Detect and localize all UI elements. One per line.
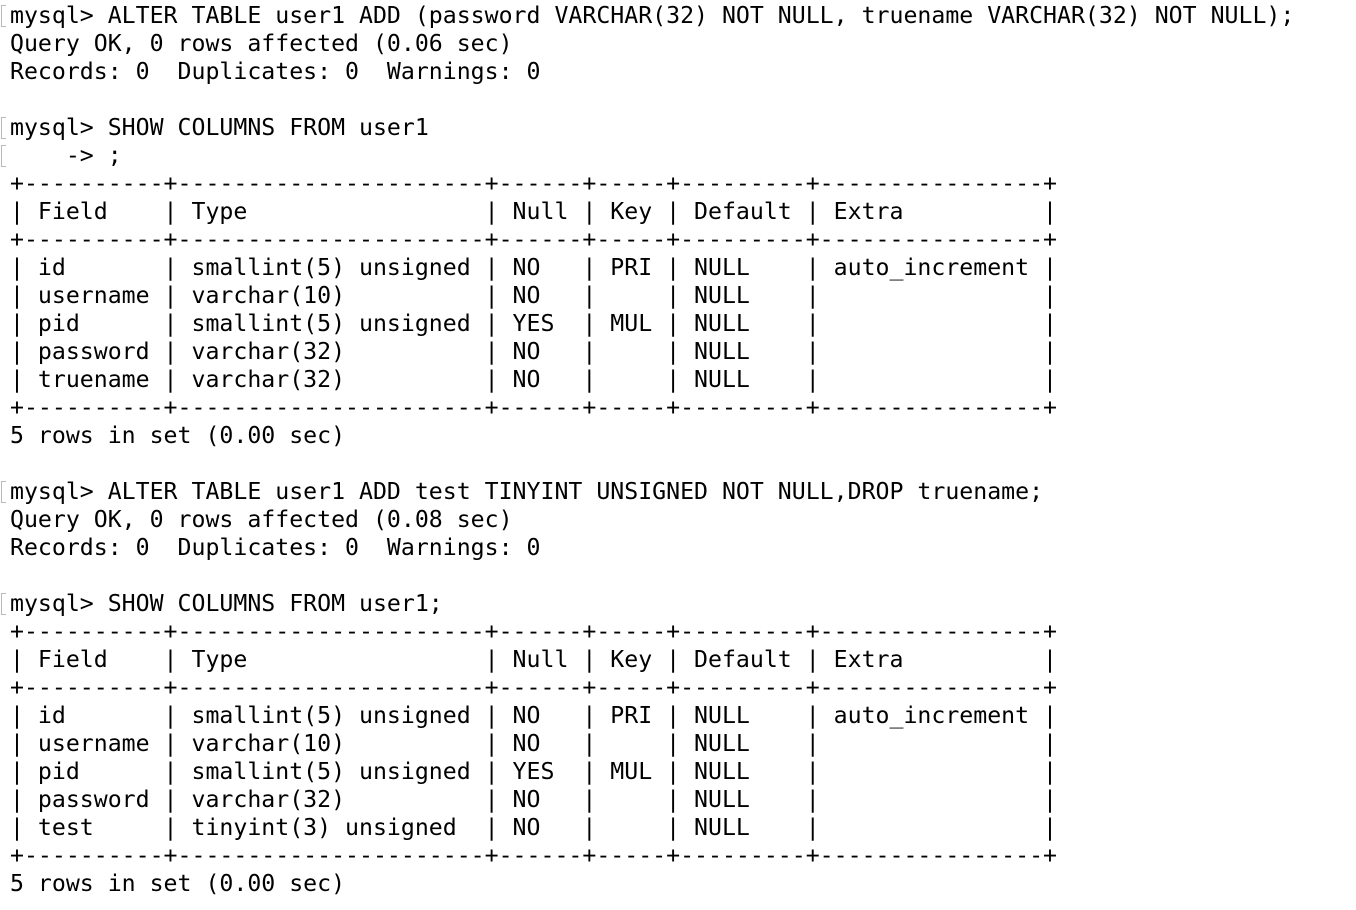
line-mark-icon <box>1 145 6 167</box>
table-row: | id | smallint(5) unsigned | NO | PRI |… <box>10 702 1058 729</box>
table-header-row: | Field | Type | Null | Key | Default | … <box>10 646 1058 673</box>
table-footer: 5 rows in set (0.00 sec) <box>10 870 346 897</box>
output-line: Records: 0 Duplicates: 0 Warnings: 0 <box>10 534 541 561</box>
line-mark-icon <box>1 593 6 615</box>
line-mark-icon <box>1 5 6 27</box>
table-border: +----------+----------------------+-----… <box>10 394 1058 421</box>
table-header-row: | Field | Type | Null | Key | Default | … <box>10 198 1058 225</box>
line-mark-icon <box>1 117 6 139</box>
output-line: Records: 0 Duplicates: 0 Warnings: 0 <box>10 58 541 85</box>
table-row: | id | smallint(5) unsigned | NO | PRI |… <box>10 254 1058 281</box>
continuation-line: -> ; <box>1 142 1294 170</box>
output-line: Query OK, 0 rows affected (0.08 sec) <box>10 506 513 533</box>
table-row: | truename | varchar(32) | NO | | NULL |… <box>10 366 1058 393</box>
table-border: +----------+----------------------+-----… <box>10 842 1058 869</box>
line-mark-icon <box>1 481 6 503</box>
table-row: | test | tinyint(3) unsigned | NO | | NU… <box>10 814 1058 841</box>
table-border: +----------+----------------------+-----… <box>10 226 1058 253</box>
table-row: | username | varchar(10) | NO | | NULL |… <box>10 730 1058 757</box>
terminal-output: mysql> ALTER TABLE user1 ADD (password V… <box>1 2 1294 898</box>
table-footer: 5 rows in set (0.00 sec) <box>10 422 346 449</box>
table-border: +----------+----------------------+-----… <box>10 674 1058 701</box>
table-row: | pid | smallint(5) unsigned | YES | MUL… <box>10 758 1058 785</box>
table-border: +----------+----------------------+-----… <box>10 170 1058 197</box>
table-row: | pid | smallint(5) unsigned | YES | MUL… <box>10 310 1058 337</box>
command-line: mysql> SHOW COLUMNS FROM user1; <box>1 590 1294 618</box>
table-row: | username | varchar(10) | NO | | NULL |… <box>10 282 1058 309</box>
command-line: mysql> ALTER TABLE user1 ADD test TINYIN… <box>1 478 1294 506</box>
command-line: mysql> ALTER TABLE user1 ADD (password V… <box>1 2 1294 30</box>
output-line: Query OK, 0 rows affected (0.06 sec) <box>10 30 513 57</box>
table-border: +----------+----------------------+-----… <box>10 618 1058 645</box>
command-line: mysql> SHOW COLUMNS FROM user1 <box>1 114 1294 142</box>
table-row: | password | varchar(32) | NO | | NULL |… <box>10 338 1058 365</box>
table-row: | password | varchar(32) | NO | | NULL |… <box>10 786 1058 813</box>
